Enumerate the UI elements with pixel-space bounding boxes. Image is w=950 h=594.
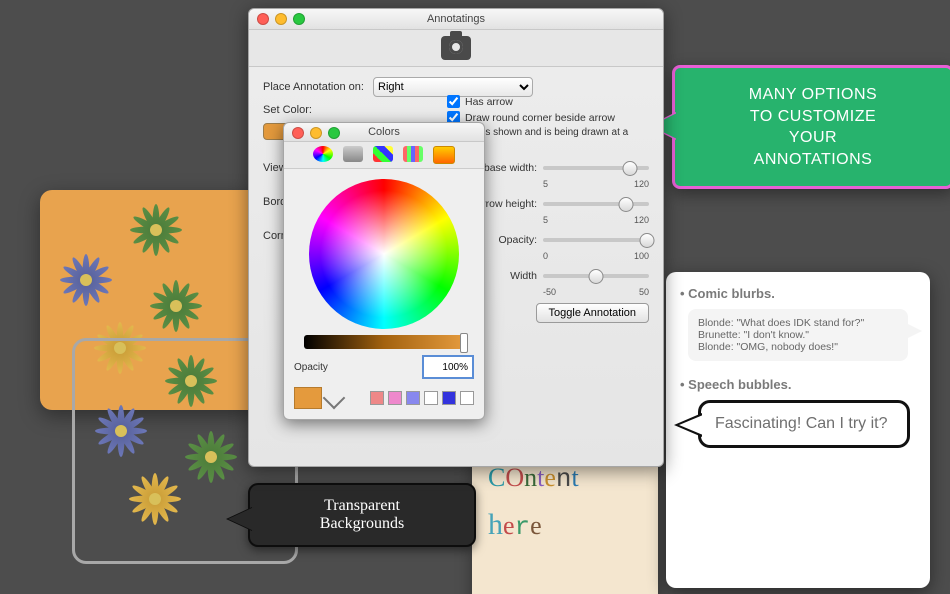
color-spectrum-mode-icon[interactable]	[403, 146, 423, 162]
flower-icon	[163, 353, 219, 409]
green-callout: MANY OPTIONS TO CUSTOMIZE YOUR ANNOTATIO…	[672, 65, 950, 189]
brightness-slider[interactable]	[304, 335, 464, 349]
arrow-height-slider[interactable]	[543, 202, 649, 206]
round-corner-label: Draw round corner beside arrow	[465, 112, 615, 124]
comic-line: Brunette: "I don't know."	[698, 329, 898, 341]
minimize-icon[interactable]	[275, 13, 287, 25]
comic-blurbs-heading: • Comic blurbs.	[680, 286, 916, 301]
comic-line: Blonde: "OMG, nobody does!"	[698, 341, 898, 353]
saved-swatch[interactable]	[460, 391, 474, 405]
flower-icon	[93, 403, 149, 459]
slider-min: 0	[543, 251, 548, 261]
sample-word-here: here	[488, 508, 658, 542]
speech-bubbles-heading: • Speech bubbles.	[680, 377, 916, 392]
width-slider[interactable]	[543, 274, 649, 278]
toggle-annotation-button[interactable]: Toggle Annotation	[536, 303, 649, 323]
callout-tail-icon	[228, 507, 254, 531]
saved-swatch[interactable]	[442, 391, 456, 405]
camera-icon[interactable]	[441, 36, 471, 60]
set-color-label: Set Color:	[263, 104, 373, 116]
opacity-slider[interactable]	[543, 238, 649, 242]
eyedropper-icon[interactable]	[323, 387, 346, 410]
place-annotation-label: Place Annotation on:	[263, 81, 373, 93]
comic-blurb-bubble: Blonde: "What does IDK stand for?" Brune…	[688, 309, 908, 361]
flower-icon	[127, 471, 183, 527]
place-annotation-select[interactable]: Right	[373, 77, 533, 97]
close-icon[interactable]	[292, 127, 304, 139]
window-title: Colors	[368, 126, 400, 138]
slider-min: 5	[543, 179, 548, 189]
zoom-icon[interactable]	[293, 13, 305, 25]
flower-icon	[148, 278, 204, 334]
sample-word-content: COntent	[488, 463, 658, 494]
saved-swatch[interactable]	[388, 391, 402, 405]
slider-max: 120	[634, 215, 649, 225]
saved-swatch[interactable]	[406, 391, 420, 405]
color-sliders-mode-icon[interactable]	[343, 146, 363, 162]
callout-line: MANY OPTIONS	[687, 84, 939, 106]
saved-swatch[interactable]	[370, 391, 384, 405]
speech-bubble: Fascinating! Can I try it?	[698, 400, 910, 448]
callout-line: Backgrounds	[262, 515, 462, 533]
slider-min: 5	[543, 215, 548, 225]
opacity-label: Opacity	[294, 362, 328, 373]
color-palettes-mode-icon[interactable]	[373, 146, 393, 162]
colors-panel-window: Colors Opacity	[283, 122, 485, 420]
comic-line: Blonde: "What does IDK stand for?"	[698, 317, 898, 329]
opacity-field[interactable]	[422, 355, 474, 379]
slider-max: 120	[634, 179, 649, 189]
window-title: Annotatings	[427, 13, 485, 25]
slider-min: -50	[543, 287, 556, 297]
color-picker-mode-toolbar	[284, 142, 484, 169]
has-arrow-checkbox[interactable]	[447, 95, 460, 108]
transparent-backgrounds-callout: Transparent Backgrounds	[248, 483, 476, 547]
callout-line: YOUR	[687, 127, 939, 149]
color-wheel-mode-icon[interactable]	[313, 146, 333, 162]
color-wheel[interactable]	[309, 179, 459, 329]
callout-line: ANNOTATIONS	[687, 149, 939, 171]
minimize-icon[interactable]	[310, 127, 322, 139]
flower-icon	[58, 252, 114, 308]
settings-toolbar	[249, 30, 663, 67]
has-arrow-label: Has arrow	[465, 96, 513, 108]
zoom-icon[interactable]	[328, 127, 340, 139]
flower-icon	[183, 429, 239, 485]
slider-max: 50	[639, 287, 649, 297]
window-titlebar[interactable]: Colors	[284, 123, 484, 142]
arrow-base-width-slider[interactable]	[543, 166, 649, 170]
flower-icon	[128, 202, 184, 258]
color-swatch-row	[284, 379, 484, 419]
bubble-tail-icon	[906, 323, 922, 339]
close-icon[interactable]	[257, 13, 269, 25]
slider-max: 100	[634, 251, 649, 261]
color-crayons-mode-icon[interactable]	[433, 146, 455, 164]
slider-thumb-icon[interactable]	[460, 333, 468, 353]
callout-line: TO CUSTOMIZE	[687, 106, 939, 128]
bubble-tail-icon	[679, 415, 703, 435]
current-color-swatch[interactable]	[294, 387, 322, 409]
saved-swatch[interactable]	[424, 391, 438, 405]
examples-panel: • Comic blurbs. Blonde: "What does IDK s…	[666, 272, 930, 588]
callout-line: Transparent	[262, 497, 462, 515]
speech-bubble-text: Fascinating! Can I try it?	[715, 415, 888, 432]
window-titlebar[interactable]: Annotatings	[249, 9, 663, 30]
